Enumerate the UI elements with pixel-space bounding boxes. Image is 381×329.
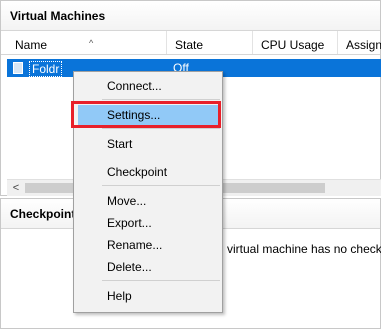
column-header-assigned-memory[interactable]: Assign [338, 31, 381, 54]
vm-name: Foldr [29, 61, 63, 77]
column-header-assigned-label: Assign [346, 38, 381, 52]
menu-item-move[interactable]: Move... [74, 191, 222, 211]
menu-separator [102, 128, 220, 129]
menu-item-start[interactable]: Start [74, 134, 222, 154]
sort-ascending-icon: ^ [89, 38, 94, 48]
scroll-left-icon[interactable]: < [9, 180, 23, 196]
virtual-machines-title: Virtual Machines [1, 1, 380, 31]
menu-separator [102, 185, 220, 186]
menu-item-help[interactable]: Help [74, 286, 222, 306]
column-header-state-label: State [175, 38, 204, 52]
no-checkpoints-message: virtual machine has no checkpoi [227, 242, 381, 256]
column-header-name-label: Name [15, 38, 48, 52]
virtual-machine-icon [13, 62, 23, 74]
menu-separator [102, 99, 220, 100]
column-header-cpu-usage[interactable]: CPU Usage [253, 31, 338, 54]
column-header-row: Name ^ State CPU Usage Assign [1, 31, 381, 55]
menu-item-delete[interactable]: Delete... [74, 257, 222, 277]
menu-item-export[interactable]: Export... [74, 213, 222, 233]
column-header-name[interactable]: Name ^ [7, 31, 167, 54]
menu-separator [102, 280, 220, 281]
menu-item-checkpoint[interactable]: Checkpoint [74, 162, 222, 182]
vm-context-menu: Connect... Settings... Start Checkpoint … [73, 71, 223, 313]
column-header-cpu-usage-label: CPU Usage [261, 38, 325, 52]
menu-item-connect[interactable]: Connect... [74, 76, 222, 96]
column-header-state[interactable]: State [167, 31, 253, 54]
menu-item-rename[interactable]: Rename... [74, 235, 222, 255]
menu-item-settings[interactable]: Settings... [78, 105, 218, 125]
